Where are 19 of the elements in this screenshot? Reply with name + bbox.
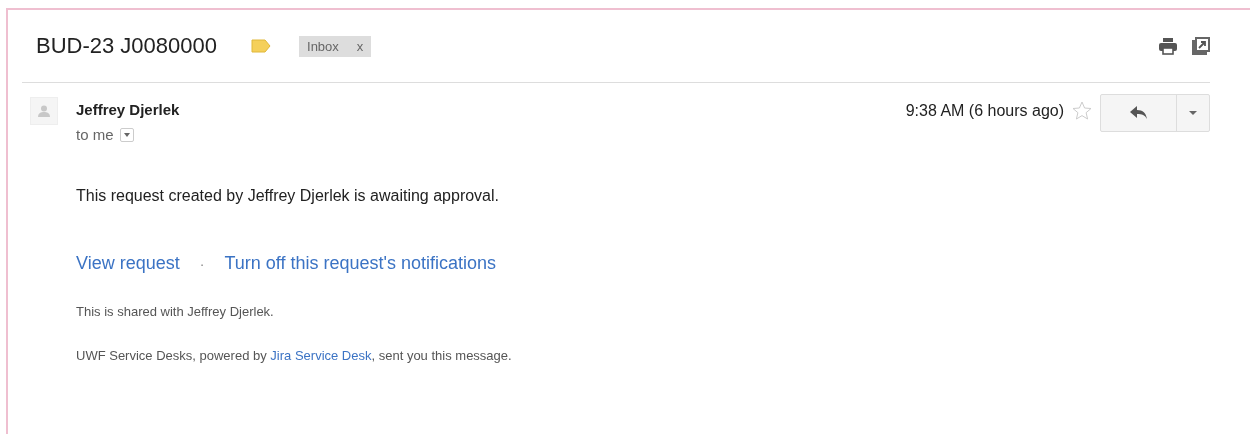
shared-note: This is shared with Jeffrey Djerlek.: [76, 304, 275, 319]
message-link[interactable]: View request: [76, 253, 180, 274]
footer-text: UWF Service Desks, powered by Jira Service Desk, sent you this message.: [76, 348, 513, 363]
print-icon[interactable]: [1158, 37, 1178, 55]
message-text: This request created by Jeffrey Djerlek is awaiting approval.: [76, 187, 500, 205]
email-subject: BUD-23 J0080000: [36, 33, 217, 59]
caret-icon: [1189, 111, 1197, 115]
avatar-icon: [30, 97, 58, 125]
star-icon[interactable]: [1072, 101, 1092, 121]
message-link[interactable]: Turn off this request's notifications: [224, 253, 496, 274]
remove-label-button[interactable]: x: [356, 38, 364, 54]
message-time: 9:38 AM (6 hours ago): [905, 102, 1064, 120]
separator-dot: ·: [199, 255, 205, 272]
sender-name: Jeffrey Djerlek: [76, 101, 180, 118]
details-dropdown-icon[interactable]: [119, 127, 134, 142]
label-name: Inbox: [307, 38, 339, 54]
recipient-text: to me: [76, 126, 114, 143]
reply-arrow-icon: [1129, 106, 1148, 120]
new-window-icon[interactable]: [1192, 37, 1210, 55]
